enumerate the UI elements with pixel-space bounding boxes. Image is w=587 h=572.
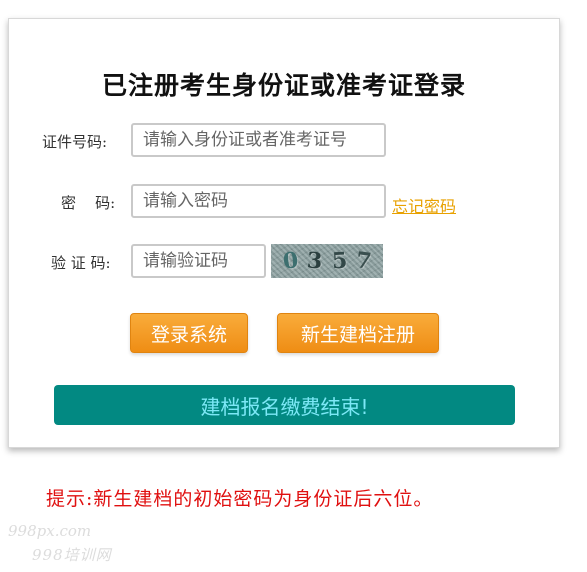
page: 已注册考生身份证或准考证登录 证件号码: 密 码: 忘记密码 验 证 码: 0 … xyxy=(0,0,587,572)
captcha-char: 5 xyxy=(330,247,348,275)
id-number-input[interactable] xyxy=(131,123,386,157)
captcha-char: 0 xyxy=(281,247,300,275)
archive-status-banner[interactable]: 建档报名缴费结束! xyxy=(54,385,515,425)
id-number-label: 证件号码: xyxy=(42,133,108,151)
login-button[interactable]: 登录系统 xyxy=(130,313,248,353)
captcha-char: 3 xyxy=(306,247,324,275)
captcha-input[interactable] xyxy=(131,244,266,278)
captcha-label: 验 证 码: xyxy=(51,254,111,272)
forgot-password-link[interactable]: 忘记密码 xyxy=(392,193,456,217)
watermark-site: 998px.com xyxy=(8,522,92,540)
captcha-char: 7 xyxy=(354,247,373,275)
password-input[interactable] xyxy=(131,184,386,218)
watermark-brand: 998培训网 xyxy=(32,546,112,564)
login-panel: 已注册考生身份证或准考证登录 xyxy=(8,18,560,448)
register-button[interactable]: 新生建档注册 xyxy=(277,313,439,353)
captcha-image[interactable]: 0 3 5 7 xyxy=(271,244,383,278)
hint-text: 提示:新生建档的初始密码为身份证后六位。 xyxy=(46,488,434,510)
panel-title: 已注册考生身份证或准考证登录 xyxy=(101,71,466,100)
password-label: 密 码: xyxy=(61,194,116,212)
